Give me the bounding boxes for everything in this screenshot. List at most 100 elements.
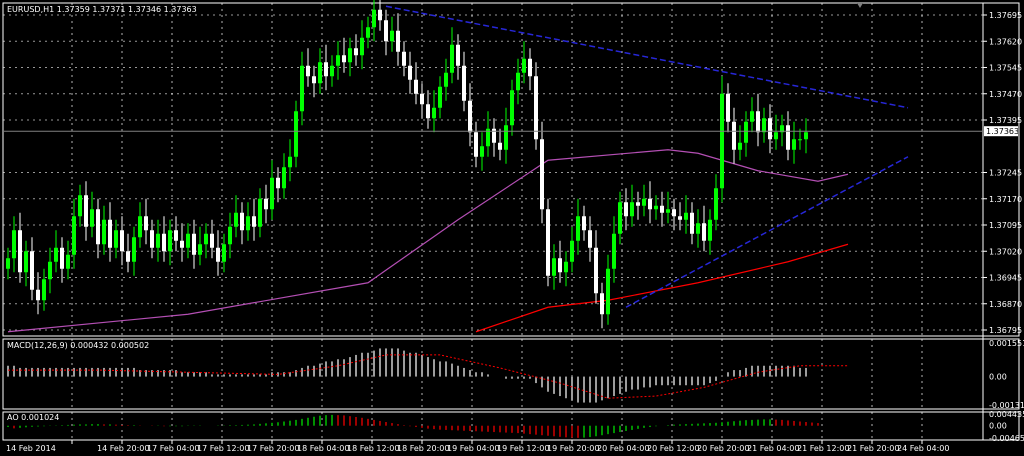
candle-body <box>198 244 202 255</box>
price-tick-label: 1.36870 <box>989 300 1022 309</box>
trading-chart[interactable]: 1.37363 0.001551 0.00 -0.001313 0.004435 0.… <box>0 0 1024 456</box>
candle-body <box>612 233 616 269</box>
candle-body <box>312 76 316 84</box>
candle-body <box>282 167 286 189</box>
candle-body <box>792 139 796 150</box>
candle-body <box>24 251 28 273</box>
price-tick-label: 1.37170 <box>989 195 1022 204</box>
candle-body <box>138 216 142 238</box>
candle-body <box>432 107 436 119</box>
candle-body <box>12 230 16 259</box>
candle-body <box>750 111 754 122</box>
candle-body <box>84 195 88 227</box>
candle-body <box>618 202 622 234</box>
candle-body <box>504 125 508 150</box>
candle-body <box>600 293 604 315</box>
candle-body <box>594 247 598 294</box>
candle-body <box>354 48 358 56</box>
price-tick-label: 1.37395 <box>989 116 1022 125</box>
candle-body <box>786 125 790 150</box>
candle-body <box>540 139 544 210</box>
candle-body <box>528 58 532 77</box>
candle-body <box>96 209 100 245</box>
candle-body <box>120 230 124 252</box>
candle-body <box>168 230 172 252</box>
candle <box>546 198 550 287</box>
candle-body <box>162 233 166 252</box>
candle-body <box>660 205 664 213</box>
candle-body <box>444 72 448 87</box>
candle-body <box>300 65 304 112</box>
price-tick-label: 1.37620 <box>989 37 1022 46</box>
candle-body <box>666 209 670 213</box>
candle-body <box>108 219 112 248</box>
candle-body <box>684 212 688 220</box>
candle-body <box>768 118 772 140</box>
candle-body <box>642 198 646 206</box>
candle-body <box>456 44 460 66</box>
candle-body <box>360 37 364 56</box>
candle-body <box>48 261 52 280</box>
candle-body <box>576 216 580 241</box>
candle-body <box>546 209 550 276</box>
ao-tick-label: -0.004656 <box>989 434 1024 443</box>
time-tick-label: 21 Feb 20:00 <box>847 444 899 453</box>
candle-body <box>264 198 268 210</box>
macd-tick-label: 0.001551 <box>989 339 1024 348</box>
price-tick-label: 1.37245 <box>989 169 1022 178</box>
candle-body <box>474 132 478 157</box>
candle-body <box>126 251 130 262</box>
candle-body <box>726 93 730 122</box>
candle-body <box>150 230 154 248</box>
time-tick-label: 17 Feb 12:00 <box>197 444 249 453</box>
candle-body <box>696 223 700 234</box>
time-tick-label: 19 Feb 12:00 <box>497 444 549 453</box>
time-tick-label: 24 Feb 04:00 <box>897 444 949 453</box>
price-tick-label: 1.37020 <box>989 247 1022 256</box>
candle-body <box>234 212 238 227</box>
macd-tick-label: 0.00 <box>989 373 1007 382</box>
candle-body <box>330 65 334 77</box>
candle-body <box>186 233 190 248</box>
candle-body <box>438 86 442 108</box>
candle-body <box>624 202 628 217</box>
candle-body <box>114 230 118 248</box>
time-tick-label: 20 Feb 20:00 <box>697 444 749 453</box>
candle-body <box>564 261 568 273</box>
time-tick-label: 20 Feb 12:00 <box>647 444 699 453</box>
candle-body <box>468 100 472 133</box>
candle-body <box>30 251 34 290</box>
ao-tick-label: 0.00 <box>989 422 1007 431</box>
candle-body <box>78 195 82 217</box>
candle-body <box>342 55 346 63</box>
candle-body <box>798 139 802 141</box>
candle-body <box>276 177 280 189</box>
price-tick-label: 1.37095 <box>989 221 1022 230</box>
candle-body <box>588 230 592 248</box>
time-tick-label: 18 Feb 12:00 <box>347 444 399 453</box>
candle-body <box>288 156 292 168</box>
candle-body <box>774 132 778 140</box>
candle-body <box>570 240 574 262</box>
candle-body <box>18 230 22 273</box>
candle-body <box>510 90 514 126</box>
price-tick-label: 1.37695 <box>989 11 1022 20</box>
time-tick-label: 19 Feb 04:00 <box>447 444 499 453</box>
candle-body <box>102 219 106 245</box>
candle-body <box>678 216 682 220</box>
candle-body <box>396 30 400 52</box>
time-tick-label: 18 Feb 04:00 <box>297 444 349 453</box>
candle-body <box>210 233 214 248</box>
candle-body <box>174 230 178 241</box>
candle-body <box>366 27 370 38</box>
time-tick-label: 18 Feb 20:00 <box>397 444 449 453</box>
candle-body <box>672 209 676 217</box>
candle-body <box>156 233 160 248</box>
candle-body <box>384 20 388 42</box>
candle <box>720 76 724 203</box>
candle-body <box>636 202 640 206</box>
candle-body <box>258 198 262 227</box>
candle-body <box>402 51 406 66</box>
candle-body <box>378 9 382 21</box>
candle-body <box>414 79 418 94</box>
